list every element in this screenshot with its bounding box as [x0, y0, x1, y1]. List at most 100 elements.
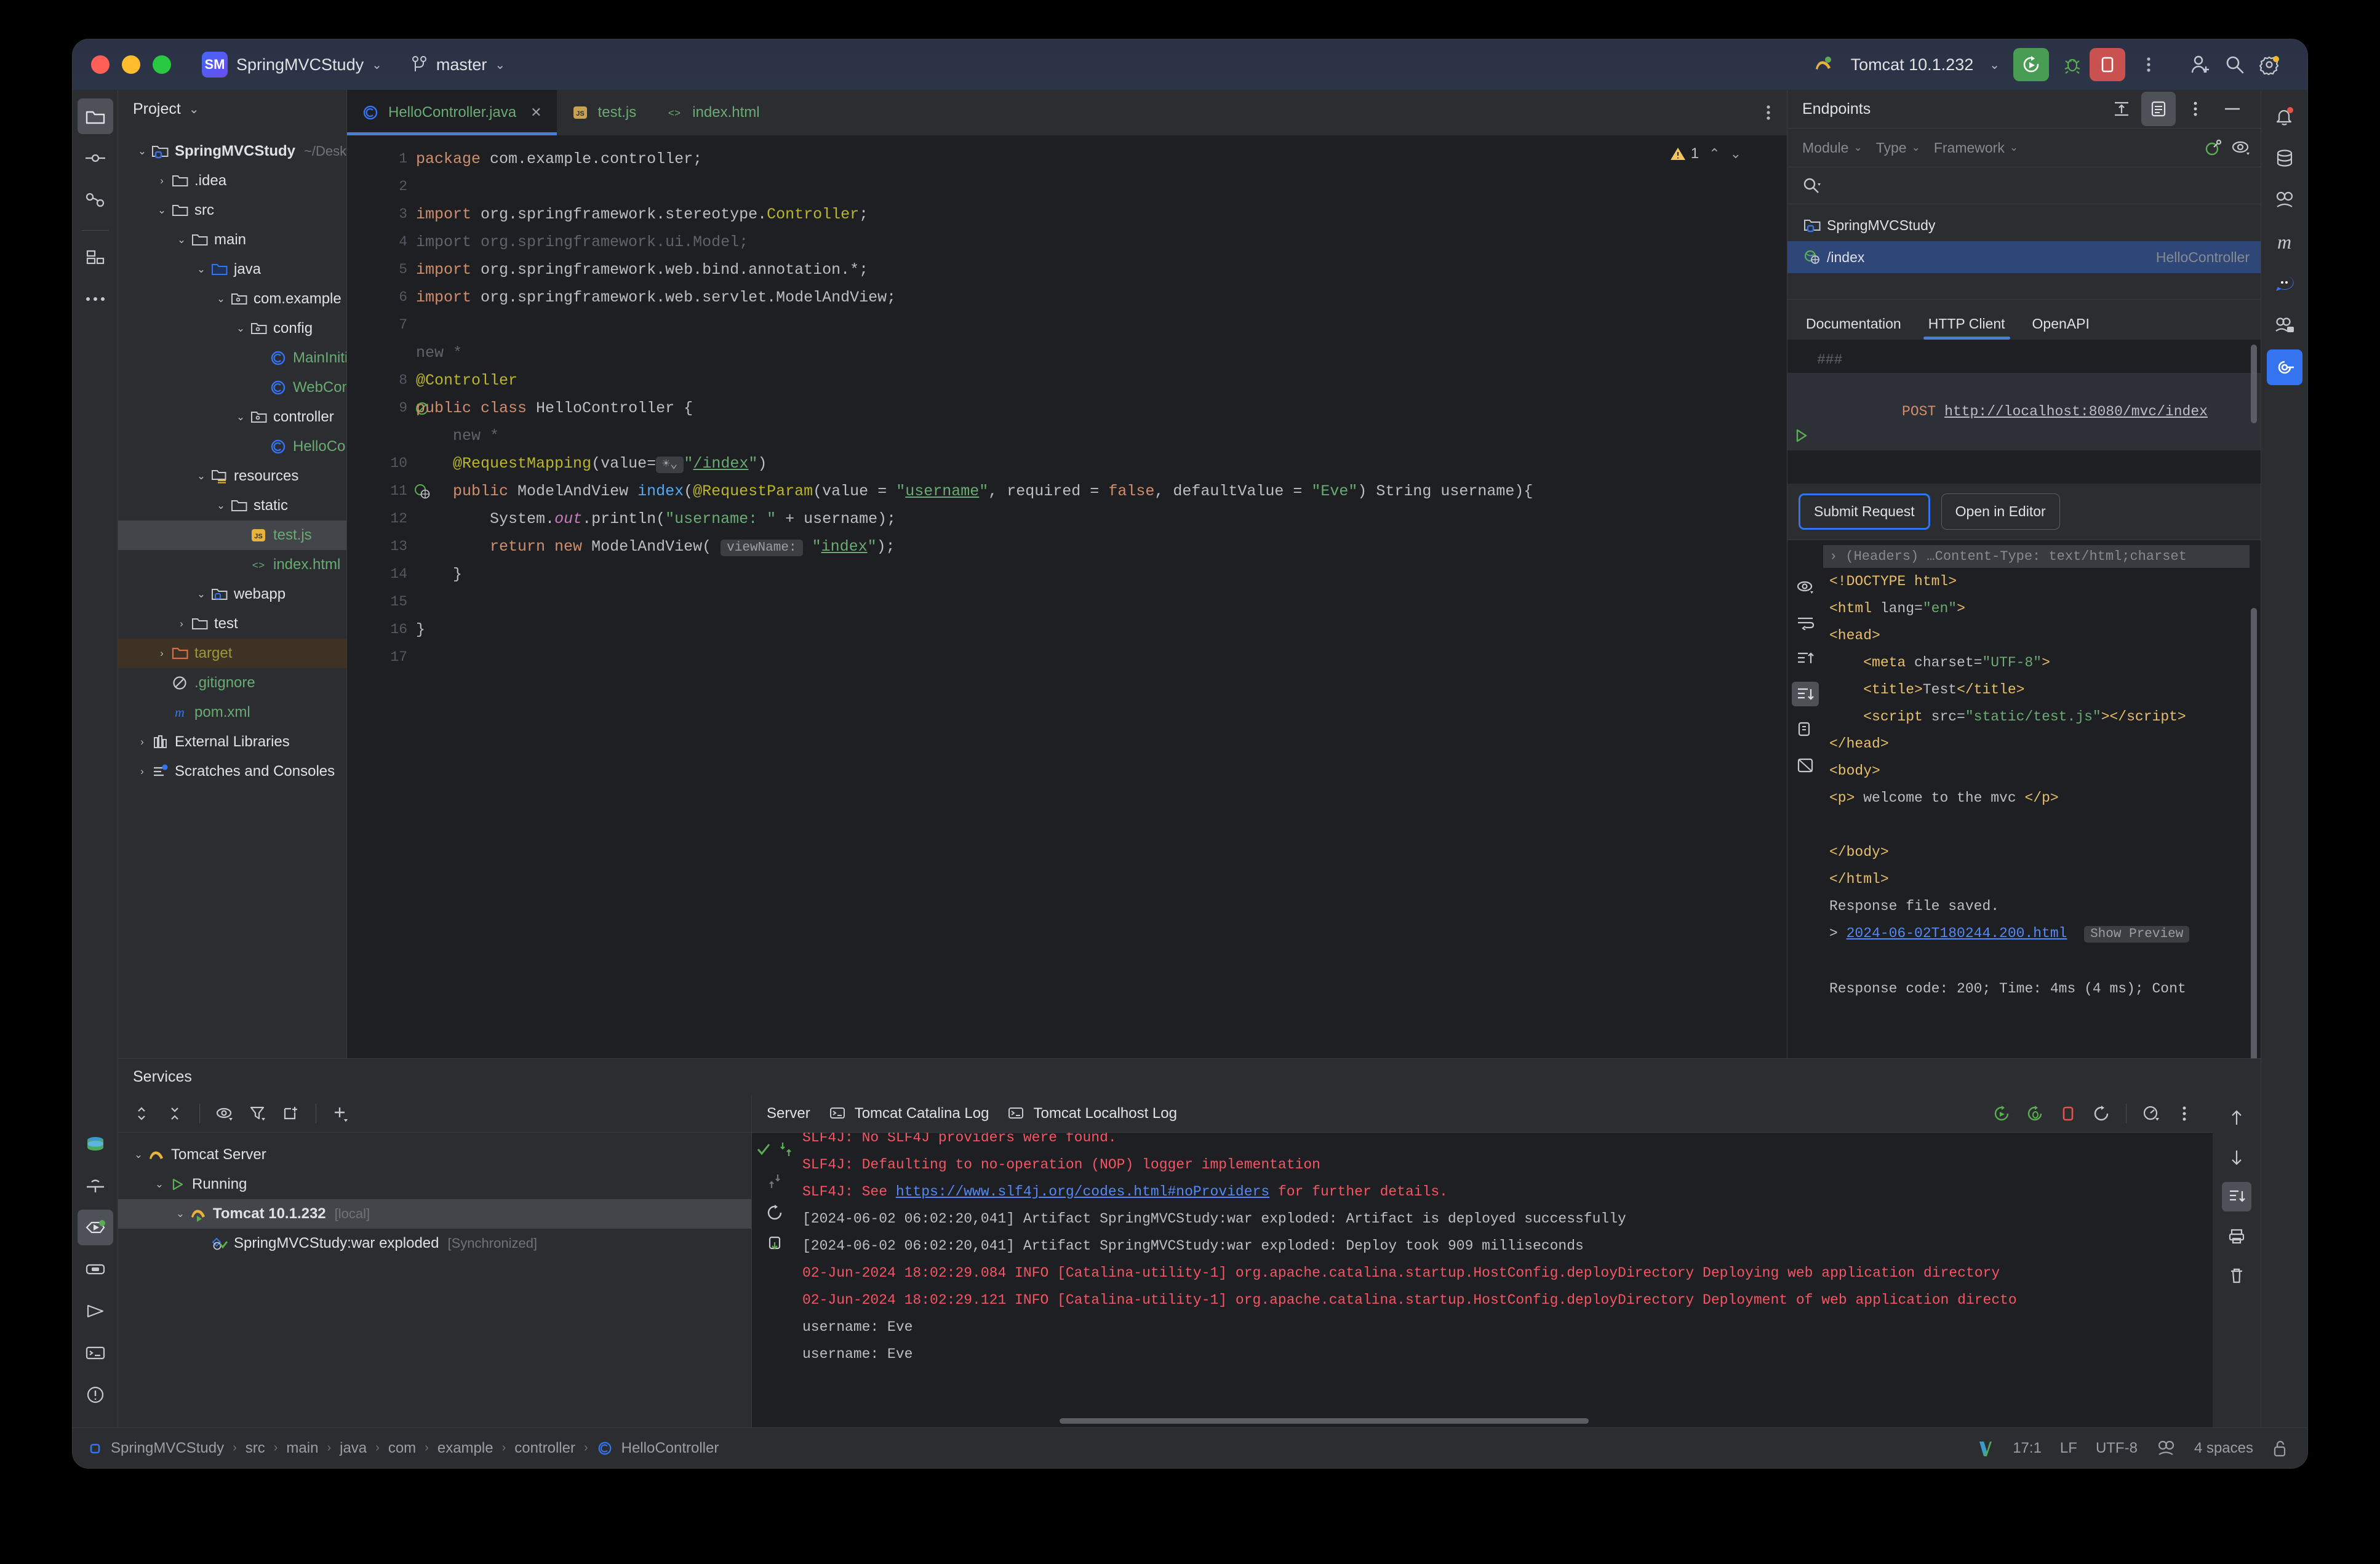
breadcrumb-item[interactable]: example — [437, 1440, 493, 1457]
open-in-editor-button[interactable]: Open in Editor — [1941, 493, 2060, 530]
tree-node-scratches-and-consoles[interactable]: ›Scratches and Consoles — [118, 757, 346, 786]
rerun-server-icon[interactable] — [1987, 1099, 2016, 1128]
commit-icon[interactable] — [78, 140, 113, 176]
indent-setting[interactable]: 4 spaces — [2194, 1440, 2253, 1457]
branch-selector[interactable]: master ⌄ — [412, 55, 505, 74]
scroll-up-icon[interactable] — [767, 1172, 783, 1191]
chevron-down-icon[interactable]: ⌄ — [372, 57, 382, 73]
copy-icon[interactable] — [1792, 717, 1819, 742]
arrow-up-icon[interactable] — [2222, 1103, 2251, 1133]
expand-all-icon[interactable] — [127, 1099, 156, 1128]
chevron-down-icon[interactable]: ⌄ — [1730, 146, 1741, 162]
structure-icon[interactable] — [78, 239, 113, 275]
soft-wrap-icon[interactable] — [1792, 610, 1819, 635]
submit-request-button[interactable]: Submit Request — [1799, 493, 1930, 530]
response-headers-row[interactable]: › (Headers) …Content-Type: text/html;cha… — [1823, 545, 2250, 568]
debug-tool-icon[interactable] — [78, 1251, 113, 1287]
breadcrumb-item[interactable]: main — [286, 1440, 318, 1457]
database-icon[interactable] — [2267, 140, 2302, 176]
endpoint-row--index[interactable]: /indexHelloController — [1787, 241, 2261, 273]
chevron-right-icon[interactable]: › — [134, 736, 150, 748]
breadcrumb-item[interactable]: com — [388, 1440, 416, 1457]
services-tree[interactable]: ⌄Tomcat Server⌄Running⌄Tomcat 10.1.232[l… — [118, 1133, 751, 1427]
tree-node-controller[interactable]: ⌄controller — [118, 402, 346, 432]
chevron-down-icon[interactable]: ⌄ — [130, 1149, 146, 1161]
scroll-to-top-icon[interactable] — [1792, 646, 1819, 671]
http-request-editor[interactable]: ### POST http://localhost:8080/mvc/index — [1787, 340, 2261, 484]
rerun-debug-icon[interactable] — [2020, 1099, 2050, 1128]
rerun-button[interactable] — [2013, 48, 2049, 81]
editor-tab-test-js[interactable]: JStest.js — [557, 90, 652, 135]
more-tool-windows-icon[interactable] — [78, 281, 113, 317]
endpoint-tab-documentation[interactable]: Documentation — [1792, 316, 1915, 340]
ai-assistant-icon[interactable] — [2267, 182, 2302, 218]
tree-node-webapp[interactable]: ⌄webapp — [118, 580, 346, 609]
service-node-springmvcstudy-war-exploded[interactable]: SpringMVCStudy:war exploded[Synchronized… — [118, 1229, 751, 1258]
tree-node-index-html[interactable]: <>index.html — [118, 550, 346, 580]
log-tab-tomcat-catalina-log[interactable]: Tomcat Catalina Log — [829, 1104, 1008, 1123]
tree-node-com-example[interactable]: ⌄com.example — [118, 284, 346, 314]
chevron-down-icon[interactable]: ⌄ — [213, 293, 229, 305]
filter-module-label[interactable]: Module — [1802, 140, 1848, 156]
chat-icon[interactable] — [2267, 266, 2302, 301]
chevron-down-icon[interactable]: ⌄ — [174, 234, 190, 246]
eye-settings-icon[interactable] — [2231, 138, 2251, 157]
endpoint-link-icon[interactable] — [2204, 138, 2222, 157]
chevron-down-icon[interactable]: ⌄ — [233, 322, 249, 335]
endpoints-list[interactable]: SpringMVCStudy/indexHelloController — [1787, 204, 2261, 273]
eye-icon[interactable] — [210, 1099, 239, 1128]
notifications-icon[interactable] — [2267, 98, 2302, 134]
terminal-icon[interactable] — [78, 1335, 113, 1371]
request-scrollbar[interactable] — [2251, 345, 2257, 423]
chevron-down-icon[interactable]: ⌄ — [2010, 142, 2018, 154]
tree-node-main[interactable]: ⌄main — [118, 225, 346, 255]
tree-node-static[interactable]: ⌄static — [118, 491, 346, 521]
inspection-status-badge[interactable]: 1 ⌃ ⌄ — [1670, 145, 1741, 162]
run-configuration-selector[interactable]: Tomcat 10.1.232 ⌄ — [1813, 55, 2000, 74]
toggle-view-icon[interactable] — [2141, 92, 2176, 126]
close-window-button[interactable] — [91, 55, 110, 74]
chevron-right-icon[interactable]: › — [154, 647, 170, 660]
tree-node-external-libraries[interactable]: ›External Libraries — [118, 727, 346, 757]
line-separator[interactable]: LF — [2060, 1440, 2077, 1457]
chevron-down-icon[interactable]: ⌄ — [193, 470, 209, 482]
tree-node-test[interactable]: ›test — [118, 609, 346, 639]
editor-tab-index-html[interactable]: <>index.html — [651, 90, 774, 135]
breadcrumb-item[interactable]: src — [246, 1440, 265, 1457]
chevron-right-icon[interactable]: › — [134, 765, 150, 778]
restart-icon[interactable] — [2086, 1099, 2116, 1128]
chevron-down-icon[interactable]: ⌄ — [151, 1178, 167, 1191]
settings-gear-icon[interactable] — [2252, 47, 2286, 82]
chevron-down-icon[interactable]: ⌄ — [193, 588, 209, 600]
lock-icon[interactable] — [2272, 1439, 2289, 1458]
print-icon[interactable] — [767, 1235, 783, 1253]
maximize-window-button[interactable] — [153, 55, 171, 74]
arrow-down-icon[interactable] — [2222, 1143, 2251, 1172]
chevron-right-icon[interactable]: › — [174, 618, 190, 630]
breadcrumb-item[interactable]: controller — [514, 1440, 575, 1457]
console-link[interactable]: https://www.slf4j.org/codes.html#noProvi… — [896, 1184, 1269, 1200]
run-tool-icon[interactable] — [78, 1293, 113, 1329]
more-options-icon[interactable] — [2178, 92, 2213, 126]
tree-node-maininitializer[interactable]: MainInitializer — [118, 343, 346, 373]
eye-icon[interactable] — [1792, 575, 1819, 599]
editor-tab-hellocontroller-java[interactable]: HelloController.java✕ — [347, 90, 557, 135]
service-node-tomcat-server[interactable]: ⌄Tomcat Server — [118, 1140, 751, 1170]
new-tab-icon[interactable] — [276, 1099, 306, 1128]
project-name-label[interactable]: SpringMVCStudy — [236, 55, 364, 74]
chevron-down-icon[interactable]: ⌄ — [233, 411, 249, 423]
tree-node-resources[interactable]: ⌄resources — [118, 461, 346, 491]
tree-node-pom-xml[interactable]: mpom.xml — [118, 698, 346, 727]
log-tab-server[interactable]: Server — [767, 1105, 829, 1122]
project-icon[interactable] — [78, 98, 113, 134]
ai-assistant-status-icon[interactable] — [2156, 1440, 2176, 1457]
tree-node-java[interactable]: ⌄java — [118, 255, 346, 284]
scroll-to-bottom-icon[interactable] — [1792, 682, 1819, 706]
chevron-right-icon[interactable]: › — [154, 175, 170, 187]
save-response-icon[interactable] — [1792, 753, 1819, 778]
rerun-icon[interactable] — [766, 1204, 783, 1221]
filter-type-label[interactable]: Type — [1876, 140, 1907, 156]
chevron-down-icon[interactable]: ⌄ — [1853, 142, 1862, 154]
breadcrumb[interactable]: SpringMVCStudy›src›main›java›com›example… — [73, 1440, 719, 1457]
delete-icon[interactable] — [2222, 1261, 2251, 1290]
